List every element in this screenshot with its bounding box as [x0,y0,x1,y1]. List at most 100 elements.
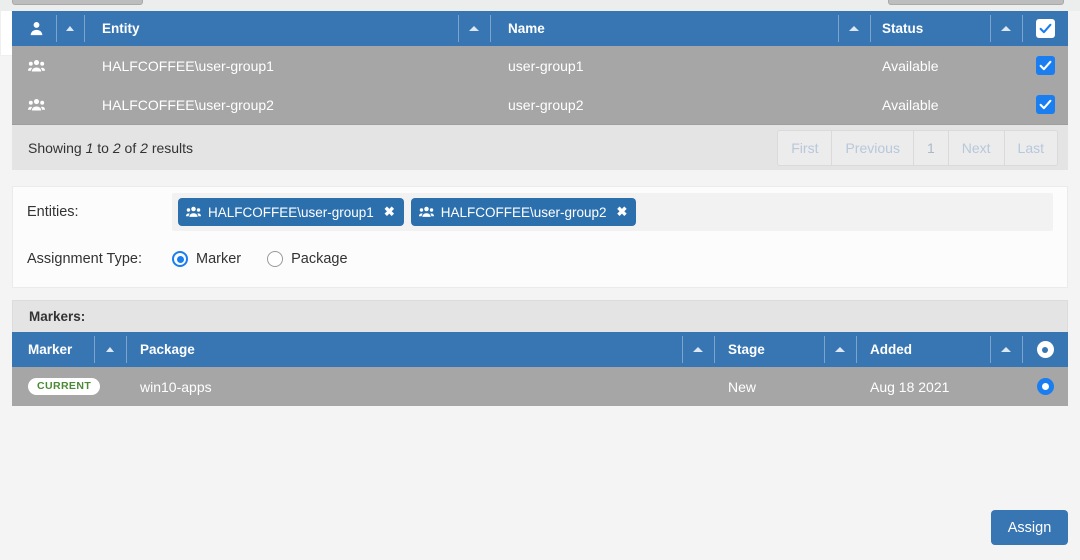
checkbox-checked-icon [1035,56,1055,75]
sort-stage[interactable] [824,332,856,367]
column-header-marker[interactable]: Marker [12,332,94,367]
showing-results-word: results [151,139,194,156]
page-last-button[interactable]: Last [1003,129,1058,166]
showing-prefix: Showing [28,139,82,156]
row-stage: New [728,378,757,395]
person-icon-header[interactable] [12,11,56,46]
showing-from: 1 [85,139,94,156]
people-icon [418,206,434,218]
sort-icon-column[interactable] [56,11,84,46]
entities-label: Entities: [27,204,79,220]
page-next-button[interactable]: Next [947,129,1004,166]
column-header-name[interactable]: Name [490,11,838,46]
row-checkbox[interactable] [1022,46,1068,85]
row-status: Available [882,57,939,74]
checkbox-checked-icon [1035,95,1055,114]
assign-button[interactable]: Assign [991,510,1068,545]
radio-package-label[interactable]: Package [291,251,347,267]
row-spacer [458,46,490,85]
column-header-status-label: Status [882,21,924,36]
markers-select-all-radio[interactable] [1022,332,1068,367]
table-row[interactable]: HALFCOFFEE\user-group2 user-group2 Avail… [12,85,1068,124]
column-header-stage-label: Stage [728,342,765,357]
markers-section-title: Markers: [12,300,1068,332]
entity-tag[interactable]: HALFCOFFEE\user-group2 ✖ [410,198,637,226]
radio-marker-label[interactable]: Marker [196,251,241,267]
results-summary: Showing 1 to 2 of 2 results [28,140,193,156]
column-header-package[interactable]: Package [126,332,682,367]
table-row[interactable]: CURRENT win10-apps New Aug 18 2021 [12,367,1068,406]
row-people-icon-cell [12,85,56,124]
remove-tag-icon[interactable]: ✖ [617,204,628,220]
caret-up-icon [1001,347,1011,352]
caret-up-icon [835,347,845,352]
row-spacer [94,367,126,406]
row-spacer [682,367,714,406]
assignment-form-panel: Entities: HALFCOFFEE\user-group1 ✖ HALFC… [12,186,1068,288]
marker-badge-cell: CURRENT [12,367,101,406]
showing-total: 2 [140,139,148,156]
row-people-icon-cell [12,46,56,85]
people-icon [27,98,45,112]
row-spacer [990,367,1022,406]
row-spacer [838,85,870,124]
row-spacer [990,46,1022,85]
row-spacer [458,85,490,124]
person-icon [29,21,44,36]
sort-added[interactable] [990,332,1022,367]
entity-tag-label: HALFCOFFEE\user-group1 [208,204,374,220]
checkbox-icon [1035,19,1055,38]
row-entity: HALFCOFFEE\user-group2 [102,96,274,113]
caret-up-icon [469,26,479,31]
row-added: Aug 18 2021 [870,378,950,395]
markers-table-header: Marker Package Stage Added [12,332,1068,367]
people-icon [186,206,201,218]
page-first-button[interactable]: First [777,129,832,166]
row-entity: HALFCOFFEE\user-group1 [102,57,274,74]
caret-up-icon [1001,26,1011,31]
sort-name[interactable] [838,11,870,46]
caret-up-icon [849,26,859,31]
entities-row: Entities: HALFCOFFEE\user-group1 ✖ HALFC… [13,187,1067,237]
sort-status[interactable] [990,11,1022,46]
cutoff-field-right[interactable] [888,0,1064,5]
entity-tag[interactable]: HALFCOFFEE\user-group1 ✖ [178,198,404,226]
radio-package[interactable] [267,251,284,267]
radio-marker[interactable] [172,251,188,267]
column-header-stage[interactable]: Stage [714,332,824,367]
radio-selected-icon [1036,378,1054,395]
top-cutoff-strip [0,0,1080,11]
caret-up-icon [693,347,703,352]
caret-up-icon [66,26,74,31]
entities-tag-input[interactable]: HALFCOFFEE\user-group1 ✖ HALFCOFFEE\user… [172,193,1053,231]
column-header-entity[interactable]: Entity [84,11,458,46]
table-row[interactable]: HALFCOFFEE\user-group1 user-group1 Avail… [12,46,1068,85]
column-header-entity-label: Entity [102,21,140,36]
page-number-1[interactable]: 1 [912,129,948,166]
showing-of-word: of [124,139,137,156]
pager: First Previous 1 Next Last [777,129,1058,166]
row-spacer [990,85,1022,124]
row-spacer [824,367,856,406]
row-checkbox[interactable] [1022,85,1068,124]
caret-up-icon [106,347,114,352]
column-header-added[interactable]: Added [856,332,990,367]
row-spacer [838,46,870,85]
entity-table-header: Entity Name Status [12,11,1068,46]
select-all-checkbox[interactable] [1022,11,1068,46]
entity-table: Entity Name Status HALFCOFFEE\user-group… [12,11,1068,124]
sort-marker[interactable] [94,332,126,367]
column-header-status[interactable]: Status [870,11,990,46]
row-name: user-group1 [508,57,584,74]
sort-entity[interactable] [458,11,490,46]
column-header-added-label: Added [870,342,912,357]
cutoff-field-left[interactable] [12,0,143,5]
row-radio[interactable] [1022,367,1068,406]
page-previous-button[interactable]: Previous [831,129,913,166]
remove-tag-icon[interactable]: ✖ [384,204,395,220]
assignment-type-options: Marker Package [172,251,366,267]
sort-package[interactable] [682,332,714,367]
assignment-type-row: Assignment Type: Marker Package [13,237,1067,281]
column-header-marker-label: Marker [28,342,73,357]
markers-panel: Markers: Marker Package Stage Added CURR… [12,300,1068,406]
